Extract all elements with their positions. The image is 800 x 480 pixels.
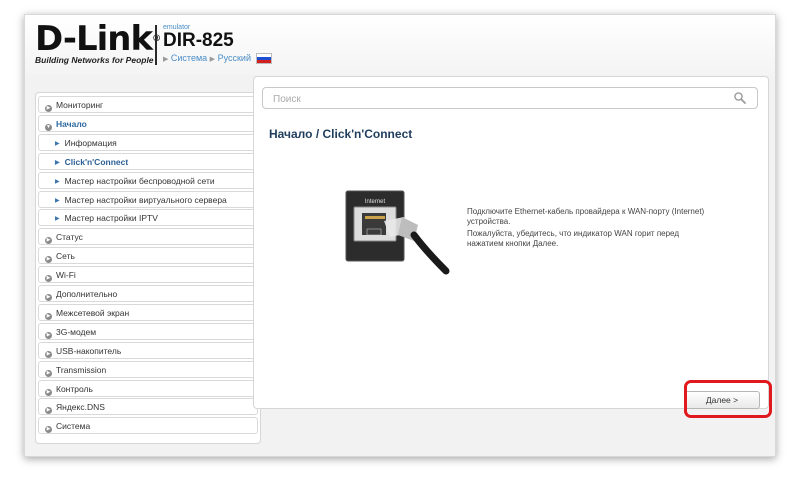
sidebar-item[interactable]: ▶ Статус: [38, 228, 258, 246]
instruction-text: Подключите Ethernet-кабель провайдера к …: [467, 207, 707, 251]
wan-port-cable-image: Internet: [345, 190, 450, 275]
system-link[interactable]: Система: [171, 53, 207, 63]
sidebar-item-label: Система: [56, 421, 91, 432]
sidebar-item-label: Дополнительно: [56, 289, 118, 299]
sidebar-item[interactable]: ▶ USB-накопитель: [38, 341, 258, 359]
header: D-Link® Building Networks for People emu…: [25, 15, 775, 75]
expand-icon: ▶: [45, 407, 52, 415]
expand-icon: ▶: [45, 275, 52, 283]
sidebar-item[interactable]: ▶ Wi-Fi: [38, 266, 258, 284]
logo-tagline: Building Networks for People: [35, 55, 154, 65]
logo-text: D-Link: [35, 19, 153, 59]
triangle-icon: ▶: [55, 178, 60, 185]
expand-icon: ▶: [45, 350, 52, 358]
breadcrumb-current: Click'n'Connect: [322, 127, 413, 141]
sidebar-item[interactable]: ▶ Дополнительно: [38, 285, 258, 302]
expand-icon: ▶: [45, 369, 52, 377]
sidebar-item-label: Мониторинг: [56, 100, 104, 110]
sidebar-item-label: Transmission: [56, 364, 107, 375]
sidebar-item[interactable]: ▶ Transmission: [38, 360, 258, 378]
sidebar-item-label: Информация: [64, 137, 117, 148]
search-icon[interactable]: [733, 91, 747, 105]
expand-icon: ▶: [45, 426, 52, 434]
router-web-interface: D-Link® Building Networks for People emu…: [24, 14, 776, 457]
main-panel: Начало / Click'n'Connect Internet Подклю…: [253, 76, 769, 409]
sidebar-subitem[interactable]: ▶ Мастер настройки виртуального сервера: [38, 190, 258, 208]
model-name: DIR-825: [163, 30, 234, 51]
triangle-icon: ▶: [55, 216, 60, 223]
expand-icon: ▶: [45, 388, 52, 396]
sidebar-item[interactable]: ▶ Сеть: [38, 247, 258, 265]
triangle-icon: ▶: [55, 197, 60, 204]
sidebar-item-label: Контроль: [56, 383, 93, 394]
sidebar-subitem[interactable]: ▶ Click'n'Connect: [38, 152, 258, 170]
expand-icon: ▶: [45, 294, 52, 301]
dlink-logo[interactable]: D-Link® Building Networks for People: [35, 19, 161, 65]
sidebar-item[interactable]: ▶ 3G-модем: [38, 322, 258, 340]
instruction-line-1: Подключите Ethernet-кабель провайдера к …: [467, 207, 705, 226]
next-button-highlight: [684, 380, 772, 418]
internet-port-label: Internet: [365, 199, 386, 205]
sidebar-item[interactable]: ▶ Яндекс.DNS: [38, 398, 258, 416]
instruction-line-2: Пожалуйста, убедитесь, что индикатор WAN…: [467, 229, 679, 248]
sidebar-item-label: Wi-Fi: [56, 270, 76, 281]
breadcrumb-parent[interactable]: Начало: [269, 127, 312, 141]
arrow-icon: ▶: [209, 56, 216, 63]
sidebar-item[interactable]: ▶ Система: [38, 417, 258, 435]
sidebar-item-label: USB-накопитель: [56, 345, 122, 356]
russian-flag-icon[interactable]: [255, 53, 272, 65]
header-divider: [155, 25, 157, 65]
sidebar-item[interactable]: ▶ Межсетевой экран: [38, 303, 258, 321]
expand-icon: ▶: [45, 237, 52, 245]
breadcrumb: Начало / Click'n'Connect: [269, 127, 412, 141]
sidebar-subitem[interactable]: ▶ Мастер настройки беспроводной сети: [38, 171, 258, 189]
sidebar-subitem[interactable]: ▶ Мастер настройки IPTV: [38, 209, 258, 227]
triangle-icon: ▶: [55, 159, 60, 166]
sidebar: ▶ Мониторинг ▼ Начало ▶ Информация ▶ Click'n'Co…: [35, 92, 261, 444]
sidebar-item-label: Яндекс.DNS: [56, 402, 105, 413]
arrow-icon: ▶: [163, 56, 169, 63]
sidebar-subitem[interactable]: ▶ Информация: [38, 133, 258, 151]
collapse-icon: ▼: [45, 123, 52, 131]
sidebar-item[interactable]: ▶ Мониторинг: [38, 96, 258, 113]
sidebar-item-label: 3G-модем: [56, 326, 97, 337]
expand-icon: ▶: [45, 105, 52, 112]
triangle-icon: ▶: [55, 140, 60, 147]
sidebar-item-label: Межсетевой экран: [56, 307, 130, 318]
sidebar-item-label: Мастер настройки виртуального сервера: [64, 194, 227, 205]
model-block: emulator DIR-825 ▶ Система ▶ Русский: [163, 24, 272, 65]
breadcrumb-separator: /: [315, 127, 320, 141]
expand-icon: ▶: [45, 331, 52, 339]
sidebar-item-label: Статус: [56, 232, 83, 243]
sidebar-item-label: Мастер настройки беспроводной сети: [64, 175, 215, 186]
language-link[interactable]: Русский: [218, 53, 251, 63]
sidebar-item-label: Сеть: [56, 251, 75, 262]
sidebar-item-label: Click'n'Connect: [64, 156, 129, 167]
sidebar-item[interactable]: ▼ Начало: [38, 114, 258, 132]
expand-icon: ▶: [45, 312, 52, 320]
search-input[interactable]: [271, 92, 715, 107]
header-links: ▶ Система ▶ Русский: [163, 53, 272, 65]
search-box: [262, 87, 758, 109]
sidebar-item[interactable]: ▶ Контроль: [38, 379, 258, 397]
sidebar-item-label: Начало: [56, 118, 87, 129]
expand-icon: ▶: [45, 256, 52, 264]
sidebar-item-label: Мастер настройки IPTV: [64, 213, 158, 224]
